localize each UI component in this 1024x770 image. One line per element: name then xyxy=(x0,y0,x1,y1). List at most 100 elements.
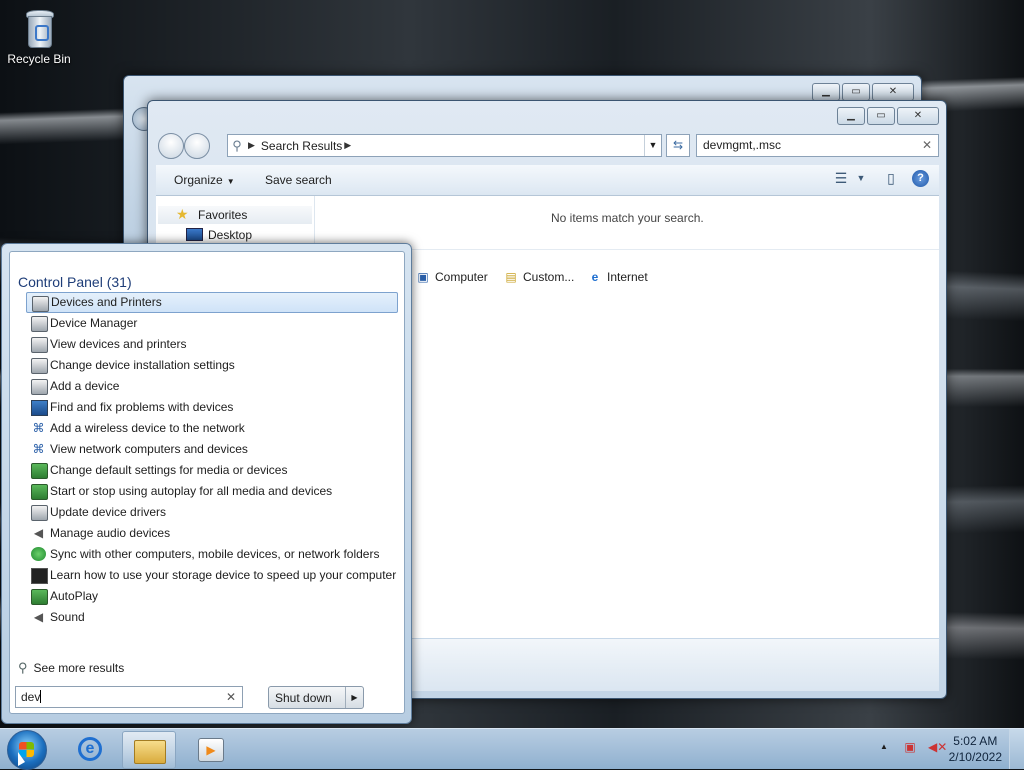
minimize-button[interactable]: ▁ xyxy=(837,107,865,125)
media-icon xyxy=(31,484,48,500)
taskbar: e ▶ ▲ ▣ ◀✕ 5:02 AM 2/10/2022 xyxy=(0,728,1024,770)
result-item[interactable]: Change default settings for media or dev… xyxy=(26,460,398,481)
media-player-icon: ▶ xyxy=(198,738,224,762)
command-bar: Organize ▼ Save search ☰ ▼ ▯ ? xyxy=(156,165,939,196)
recycle-bin-shortcut[interactable]: Recycle Bin xyxy=(6,8,72,66)
minimize-button[interactable]: ▁ xyxy=(812,83,840,101)
search-icon: ⚲ xyxy=(232,137,242,153)
show-hidden-icons-icon[interactable]: ▲ xyxy=(876,739,892,755)
recycle-bin-icon xyxy=(24,8,54,48)
result-item-label: AutoPlay xyxy=(50,589,99,603)
printer-icon xyxy=(31,337,48,353)
clock-date: 2/10/2022 xyxy=(948,750,1002,764)
result-item[interactable]: Sync with other computers, mobile device… xyxy=(26,544,398,565)
result-item[interactable]: Start or stop using autoplay for all med… xyxy=(26,481,398,502)
preview-pane-icon[interactable]: ▯ xyxy=(882,169,900,187)
back-button[interactable] xyxy=(158,133,184,159)
search-again-computer[interactable]: ▣ Computer xyxy=(416,270,487,284)
result-item-label: Learn how to use your storage device to … xyxy=(50,568,397,582)
volume-muted-icon[interactable]: ◀✕ xyxy=(928,739,947,755)
search-input-value: devmgmt,.msc xyxy=(703,138,782,152)
close-button[interactable]: ✕ xyxy=(897,107,939,125)
storage-icon xyxy=(31,568,48,584)
result-item[interactable]: Device Manager xyxy=(26,313,398,334)
result-item[interactable]: Learn how to use your storage device to … xyxy=(26,565,398,586)
search-input[interactable]: devmgmt,.msc ✕ xyxy=(696,134,939,157)
start-menu: Control Panel (31) Devices and Printers D… xyxy=(1,243,412,724)
result-item-label: Add a wireless device to the network xyxy=(50,421,245,435)
address-dropdown-icon[interactable]: ▼ xyxy=(644,135,661,156)
clear-search-icon[interactable]: ✕ xyxy=(226,690,236,704)
printer-icon xyxy=(31,379,48,395)
close-button[interactable]: ✕ xyxy=(872,83,914,101)
result-item[interactable]: Change device installation settings xyxy=(26,355,398,376)
taskbar-windows-explorer[interactable] xyxy=(122,731,176,769)
result-item-label: View network computers and devices xyxy=(50,442,248,456)
nav-desktop[interactable]: Desktop xyxy=(186,228,252,242)
speaker-icon: ◀ xyxy=(33,610,44,624)
clock-time: 5:02 AM xyxy=(953,734,998,748)
printer-icon xyxy=(32,296,49,312)
results-group-header[interactable]: Control Panel (31) xyxy=(18,274,132,290)
result-item[interactable]: Devices and Printers xyxy=(26,292,398,313)
view-dropdown-icon[interactable]: ▼ xyxy=(852,169,870,187)
breadcrumb-chevron-icon: ▶ xyxy=(248,140,255,150)
result-item-label: Manage audio devices xyxy=(50,526,171,540)
change-view-icon[interactable]: ☰ xyxy=(832,169,850,187)
no-items-message: No items match your search. xyxy=(551,211,704,225)
result-item[interactable]: Add a device xyxy=(26,376,398,397)
sync-icon xyxy=(31,547,46,561)
result-item[interactable]: AutoPlay xyxy=(26,586,398,607)
speaker-icon: ◀ xyxy=(33,526,44,540)
help-icon[interactable]: ? xyxy=(912,169,929,187)
address-bar[interactable]: ⚲ ▶ Search Results ▶ ▼ xyxy=(227,134,662,157)
search-icon: ⚲ xyxy=(18,660,28,675)
computer-icon: ▣ xyxy=(417,270,429,284)
maximize-button[interactable]: ▭ xyxy=(842,83,870,101)
printer-icon xyxy=(31,505,48,521)
result-item[interactable]: ⌘ Add a wireless device to the network xyxy=(26,418,398,439)
result-item-label: Start or stop using autoplay for all med… xyxy=(50,484,333,498)
result-item[interactable]: Update device drivers xyxy=(26,502,398,523)
result-item[interactable]: Find and fix problems with devices xyxy=(26,397,398,418)
notification-area: ▲ ▣ ◀✕ xyxy=(876,739,947,755)
see-more-results[interactable]: ⚲ See more results xyxy=(18,660,124,676)
search-again-internet[interactable]: e Internet xyxy=(588,270,648,284)
start-button[interactable] xyxy=(7,730,47,770)
network-icon: ⌘ xyxy=(32,421,45,435)
folder-icon: ▤ xyxy=(505,270,517,284)
result-item-label: Add a device xyxy=(50,379,120,393)
taskbar-internet-explorer[interactable]: e xyxy=(64,731,116,767)
result-item[interactable]: ⌘ View network computers and devices xyxy=(26,439,398,460)
star-icon: ★ xyxy=(176,206,189,222)
refresh-button[interactable]: ⇆ xyxy=(666,134,690,157)
taskbar-media-player[interactable]: ▶ xyxy=(184,731,236,767)
shutdown-options-icon[interactable]: ▶ xyxy=(345,687,363,708)
results-list: Devices and Printers Device Manager View d… xyxy=(26,292,398,628)
shutdown-button[interactable]: Shut down ▶ xyxy=(268,686,364,709)
show-desktop-button[interactable] xyxy=(1009,729,1024,769)
recycle-bin-label: Recycle Bin xyxy=(7,52,71,66)
organize-menu[interactable]: Organize ▼ xyxy=(174,173,235,187)
search-again-custom[interactable]: ▤ Custom... xyxy=(504,270,574,284)
media-icon xyxy=(31,589,48,605)
maximize-button[interactable]: ▭ xyxy=(867,107,895,125)
clock[interactable]: 5:02 AM 2/10/2022 xyxy=(949,733,1002,765)
internet-explorer-icon: e xyxy=(78,737,102,761)
clear-search-icon[interactable]: ✕ xyxy=(922,138,932,152)
result-item-label: Sound xyxy=(50,610,85,624)
save-search-button[interactable]: Save search xyxy=(265,173,332,187)
breadcrumb-chevron-icon[interactable]: ▶ xyxy=(344,140,351,151)
breadcrumb-search-results[interactable]: Search Results xyxy=(261,139,342,153)
start-search-input[interactable]: dev ✕ xyxy=(15,686,243,708)
result-item[interactable]: ◀ Manage audio devices xyxy=(26,523,398,544)
folder-icon xyxy=(134,740,166,764)
result-item-label: Change default settings for media or dev… xyxy=(50,463,288,477)
result-item[interactable]: View devices and printers xyxy=(26,334,398,355)
forward-button[interactable] xyxy=(184,133,210,159)
result-item-label: Sync with other computers, mobile device… xyxy=(50,547,380,561)
result-item[interactable]: ◀ Sound xyxy=(26,607,398,628)
network-warning-icon[interactable]: ▣ xyxy=(902,739,918,755)
nav-favorites[interactable]: ★ Favorites xyxy=(158,206,312,224)
result-item-label: Find and fix problems with devices xyxy=(50,400,234,414)
